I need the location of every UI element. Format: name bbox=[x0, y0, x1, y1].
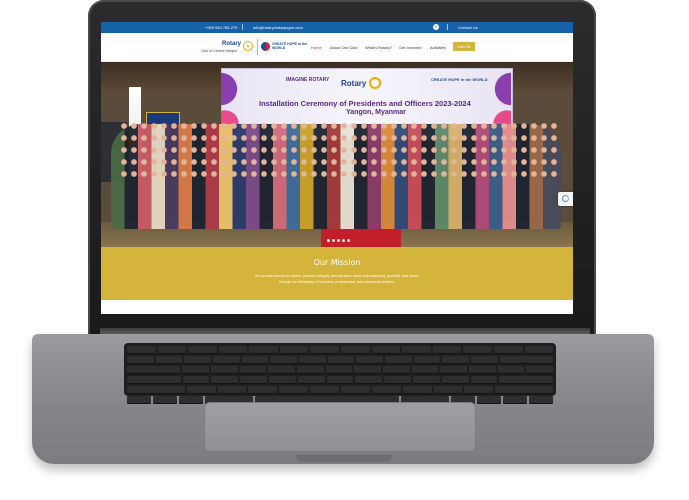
slide-dot-4[interactable] bbox=[342, 239, 345, 242]
trackpad bbox=[204, 402, 476, 452]
page-below-fold bbox=[101, 300, 573, 314]
phone-number[interactable]: +959 964 766 279 bbox=[205, 25, 237, 30]
nav-get-involved[interactable]: Get Involved bbox=[399, 45, 421, 50]
contact-us-link[interactable]: Contact Us bbox=[458, 25, 478, 30]
divider bbox=[242, 24, 243, 30]
rotary-logo-text[interactable]: Rotary bbox=[222, 41, 241, 47]
top-info-bar: +959 964 766 279 info@rotaryclubyangon.c… bbox=[101, 22, 573, 33]
rotary-wheel-icon[interactable] bbox=[243, 41, 253, 51]
facebook-icon[interactable]: f bbox=[433, 24, 439, 30]
nav-whats-rotary[interactable]: What's Rotary? bbox=[365, 45, 392, 50]
divider bbox=[447, 24, 448, 30]
nav-activities[interactable]: Activities bbox=[430, 45, 446, 50]
nav-about-our-club[interactable]: About Our Club bbox=[330, 45, 358, 50]
slide-dot-5[interactable] bbox=[347, 239, 350, 242]
mission-title: Our Mission bbox=[313, 258, 361, 267]
recaptcha-badge-icon[interactable] bbox=[558, 192, 573, 206]
mission-line-1: We provide service to others, promote in… bbox=[255, 274, 419, 278]
backdrop-title: Installation Ceremony of Presidents and … bbox=[259, 99, 471, 108]
backdrop-create-hope: CREATE HOPE in the WORLD bbox=[431, 77, 488, 82]
slide-dot-2[interactable] bbox=[332, 239, 335, 242]
group-photo-faces bbox=[119, 120, 559, 180]
create-hope-logo-text: CREATE HOPE in the WORLD bbox=[272, 42, 308, 50]
laptop-screen: +959 964 766 279 info@rotaryclubyangon.c… bbox=[101, 22, 573, 314]
slide-dot-1[interactable] bbox=[327, 239, 330, 242]
slider-pagination bbox=[327, 239, 350, 242]
hero-slider[interactable]: IMAGINE ROTARY Rotary CREATE HOPE in the… bbox=[101, 62, 573, 247]
imagine-rotary-logo: IMAGINE ROTARY bbox=[286, 77, 330, 83]
nav-home[interactable]: Home bbox=[311, 45, 322, 50]
email-link[interactable]: info@rotaryclubyangon.com bbox=[253, 25, 303, 30]
keyboard bbox=[124, 343, 556, 404]
main-navigation: Rotary Club of Central Yangon CREATE HOP… bbox=[101, 33, 573, 62]
backdrop-rotary-text: Rotary bbox=[341, 79, 367, 88]
join-us-button[interactable]: Join Us bbox=[453, 42, 475, 51]
slide-dot-3[interactable] bbox=[337, 239, 340, 242]
backdrop-subtitle: Yangon, Myanmar bbox=[346, 109, 406, 116]
mission-text: We provide service to others, promote in… bbox=[222, 273, 452, 285]
rotary-wheel-icon bbox=[369, 77, 381, 89]
mission-section: Our Mission We provide service to others… bbox=[101, 247, 573, 300]
lid-notch bbox=[296, 455, 392, 462]
club-name: Club of Central Yangon bbox=[201, 49, 238, 53]
create-hope-logo-icon bbox=[261, 42, 270, 51]
logo-divider bbox=[257, 39, 258, 55]
mission-line-2: through our fellowship of business, prof… bbox=[279, 280, 395, 284]
